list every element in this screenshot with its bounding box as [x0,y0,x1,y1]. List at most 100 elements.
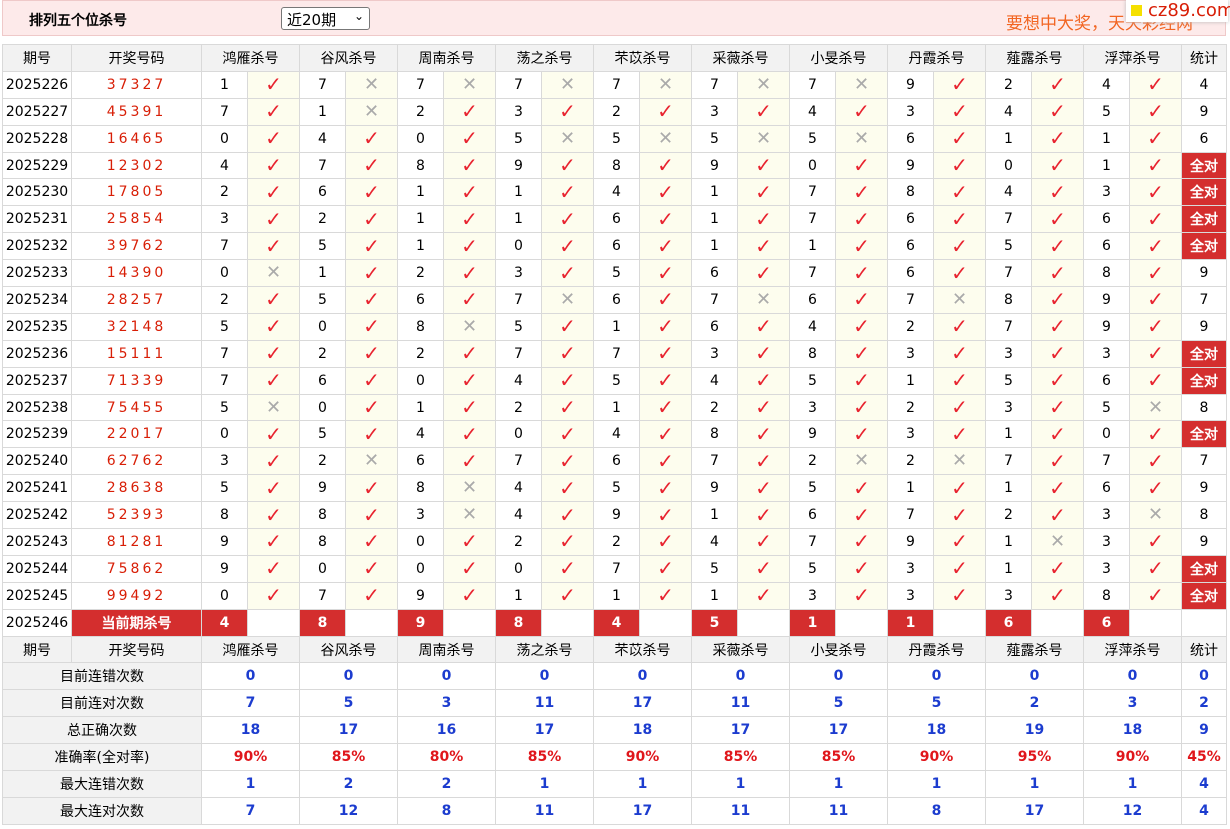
result-cell: ✓ [639,554,692,583]
result-cell: ✓ [835,151,888,180]
check-icon: ✓ [951,126,968,151]
check-icon: ✓ [755,475,772,500]
kill-number-cell: 9 [593,501,640,530]
result-cell: ✓ [933,581,986,610]
kill-number-cell: 5 [593,124,640,153]
kill-number-cell: 6 [1083,474,1130,503]
result-cell: ✓ [1129,232,1182,261]
chevron-down-icon: ⌄ [353,9,364,23]
summary-value: 0 [985,662,1084,691]
stat-cell: 9 [1181,312,1227,341]
kill-number-cell: 1 [495,178,542,207]
result-cell: ✓ [933,474,986,503]
header-row: 期号 开奖号码 鸿雁杀号 谷风杀号 周南杀号 荡之杀号 芣苡杀号 采薇杀号 小旻杀号 丹霞杀号 薤露… [2,635,1227,664]
check-icon: ✓ [1049,233,1066,258]
result-cell: ✓ [1129,70,1182,99]
kill-number-cell: 7 [1083,447,1130,476]
draw-number-cell: 81281 [71,528,202,556]
cross-icon: ✕ [1049,530,1066,552]
result-cell: ✓ [541,312,594,341]
result-cell: ✓ [247,151,300,180]
check-icon: ✓ [559,368,576,393]
kill-number-cell: 5 [495,124,542,153]
result-cell: ✓ [737,232,790,261]
check-icon: ✓ [755,556,772,581]
summary-value: 17 [593,796,692,825]
result-cell: ✓ [345,259,398,288]
kill-number-cell: 9 [887,528,934,556]
summary-value: 0 [201,662,300,691]
kill-number-cell: 9 [201,554,248,583]
result-cell: ✓ [933,259,986,288]
result-cell: ✓ [933,393,986,422]
check-icon: ✓ [657,529,674,554]
current-empty-cell [345,608,398,637]
check-icon: ✓ [657,233,674,258]
result-cell: ✓ [541,178,594,207]
kill-number-cell: 7 [495,286,542,314]
result-cell: ✓ [443,554,496,583]
current-empty-cell [737,608,790,637]
result-cell: ✓ [247,420,300,449]
kill-number-cell: 0 [201,420,248,449]
check-icon: ✓ [363,260,380,285]
result-cell: ✓ [541,474,594,503]
period-select[interactable]: 近20期 ⌄ [281,7,370,30]
header-row: 期号 开奖号码 鸿雁杀号 谷风杀号 周南杀号 荡之杀号 芣苡杀号 采薇杀号 小旻杀号 丹霞杀号 薤露… [2,44,1227,72]
kill-number-cell: 8 [789,339,836,368]
period-cell: 2025228 [2,124,72,153]
check-icon: ✓ [853,314,870,339]
result-cell: ✓ [541,259,594,288]
result-cell: ✕ [345,70,398,99]
period-cell: 2025233 [2,259,72,288]
summary-stat: 9 [1181,716,1227,745]
summary-value: 17 [593,689,692,718]
result-cell: ✓ [639,178,692,207]
check-icon: ✓ [853,556,870,581]
cross-icon: ✕ [363,73,380,95]
result-cell: ✓ [933,312,986,341]
kill-number-cell: 2 [691,393,738,422]
result-cell: ✕ [247,393,300,422]
check-icon: ✓ [657,583,674,608]
summary-value: 17 [789,716,888,745]
kill-number-cell: 9 [691,474,738,503]
summary-value: 1 [201,770,300,798]
summary-value: 1 [887,770,986,798]
table-row: 2025234 28257 2 ✓ 5 ✓ 6 ✓ 7 ✕ 6 ✓ 7 ✕ 6 ✓ 7 ✕ 8 ✓ 9 ✓ 7 [2,286,1227,314]
kill-number-cell: 3 [691,339,738,368]
check-icon: ✓ [853,395,870,420]
table-row: 2025236 15111 7 ✓ 2 ✓ 2 ✓ 7 ✓ 7 ✓ 3 ✓ 8 ✓ 3 ✓ 3 ✓ 3 ✓ 全对 [2,339,1227,368]
current-period-cell: 2025246 [2,608,72,637]
summary-row: 目前连对次数 7 5 3 11 17 11 5 5 2 3 2 [2,689,1227,718]
col-expert-header: 薤露杀号 [985,635,1084,664]
result-cell: ✓ [1031,501,1084,530]
result-cell: ✓ [1129,581,1182,610]
result-cell: ✓ [345,232,398,261]
kill-number-cell: 6 [691,312,738,341]
result-cell: ✓ [345,420,398,449]
kill-number-cell: 1 [593,393,640,422]
kill-number-cell: 1 [985,554,1032,583]
summary-value: 1 [1083,770,1182,798]
summary-value: 16 [397,716,496,745]
result-cell: ✓ [1031,339,1084,368]
result-cell: ✓ [247,447,300,476]
result-cell: ✓ [737,339,790,368]
kill-number-cell: 1 [201,70,248,99]
kill-number-cell: 3 [201,447,248,476]
check-icon: ✓ [1147,233,1164,258]
result-cell: ✓ [835,259,888,288]
result-cell: ✓ [345,474,398,503]
result-cell: ✓ [639,259,692,288]
result-cell: ✓ [639,232,692,261]
check-icon: ✓ [559,260,576,285]
summary-value: 2 [985,689,1084,718]
kill-number-cell: 7 [691,286,738,314]
kill-number-cell: 1 [691,232,738,261]
kill-number-cell: 7 [495,447,542,476]
result-cell: ✓ [541,366,594,395]
result-cell: ✓ [835,339,888,368]
result-cell: ✓ [933,420,986,449]
kill-number-cell: 1 [691,205,738,234]
